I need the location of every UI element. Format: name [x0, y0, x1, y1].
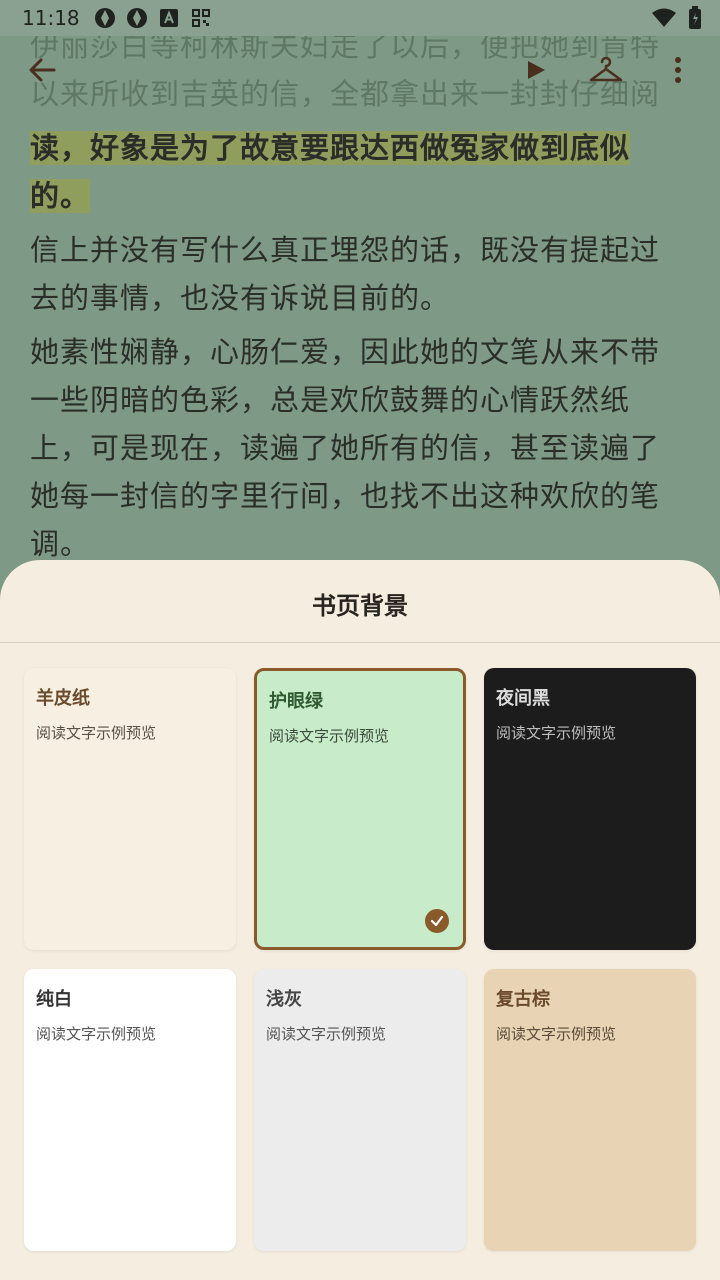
- reader-paragraph: 她素性娴静，心肠仁爱，因此她的文笔从来不带一些阴暗的色彩，总是欢欣鼓舞的心情跃然…: [30, 335, 661, 561]
- theme-button[interactable]: [582, 48, 630, 96]
- divider: [0, 642, 720, 643]
- highlighted-text[interactable]: 读，好象是为了故意要跟达西做冤家做到底似的。: [30, 131, 631, 213]
- aperture-icon: [94, 7, 116, 29]
- bg-option-retro-brown[interactable]: 复古棕 阅读文字示例预览: [484, 969, 696, 1251]
- reader-toolbar: [0, 36, 720, 108]
- bg-option-eye-green[interactable]: 护眼绿 阅读文字示例预览: [254, 668, 466, 950]
- bg-option-name: 夜间黑: [496, 688, 550, 709]
- play-icon: [525, 59, 547, 85]
- battery-icon: [688, 6, 702, 34]
- bg-option-night-black[interactable]: 夜间黑 阅读文字示例预览: [484, 668, 696, 950]
- bg-option-name: 浅灰: [266, 989, 302, 1010]
- bg-option-name: 复古棕: [496, 989, 550, 1010]
- check-icon: [425, 909, 449, 933]
- reader-paragraph-highlight[interactable]: 读，好象是为了故意要跟达西做冤家做到底似的。: [30, 124, 680, 220]
- status-bar: 11:18: [0, 0, 720, 36]
- bg-option-light-gray[interactable]: 浅灰 阅读文字示例预览: [254, 969, 466, 1251]
- bg-option-name: 纯白: [36, 989, 72, 1010]
- bg-option-pure-white[interactable]: 纯白 阅读文字示例预览: [24, 969, 236, 1251]
- bg-option-name: 护眼绿: [269, 691, 323, 712]
- app-a-icon: [158, 7, 180, 29]
- bg-option-parchment[interactable]: 羊皮纸 阅读文字示例预览: [24, 668, 236, 950]
- status-time: 11:18: [22, 6, 80, 30]
- more-button[interactable]: [654, 48, 702, 96]
- sheet-title: 书页背景: [312, 592, 408, 620]
- bg-option-preview: 阅读文字示例预览: [36, 1025, 157, 1043]
- status-notification-icons: [94, 7, 212, 29]
- page-background-sheet: 书页背景 羊皮纸 阅读文字示例预览 护眼绿 阅读文字示例预览 夜间黑 阅读文字示…: [0, 560, 720, 1280]
- bg-option-preview: 阅读文字示例预览: [266, 1025, 387, 1043]
- status-system-icons: [652, 6, 702, 34]
- hanger-icon: [589, 56, 623, 88]
- play-button[interactable]: [512, 48, 560, 96]
- reader-paragraph: 信上并没有写什么真正埋怨的话，既没有提起过去的事情，也没有诉说目前的。: [30, 233, 661, 315]
- back-button[interactable]: [18, 48, 66, 96]
- qr-icon: [190, 7, 212, 29]
- bg-option-preview: 阅读文字示例预览: [496, 1025, 617, 1043]
- bg-option-preview: 阅读文字示例预览: [496, 724, 617, 742]
- arrow-left-icon: [28, 56, 56, 88]
- wifi-icon: [652, 8, 676, 32]
- bg-option-name: 羊皮纸: [36, 688, 90, 709]
- aperture-icon: [126, 7, 148, 29]
- bg-option-preview: 阅读文字示例预览: [269, 727, 390, 745]
- more-vert-icon: [674, 56, 682, 88]
- bg-option-preview: 阅读文字示例预览: [36, 724, 157, 742]
